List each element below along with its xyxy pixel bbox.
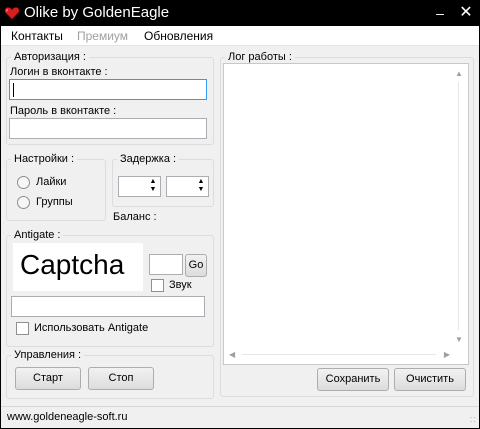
settings-legend: Настройки : (14, 153, 75, 165)
use-antigate-checkbox[interactable] (16, 322, 29, 335)
website-link[interactable]: www.goldeneagle-soft.ru (7, 411, 127, 423)
scroll-down-icon[interactable]: ▼ (455, 335, 463, 344)
spinner-arrows-icon[interactable]: ▲ ▼ (148, 178, 158, 195)
antigate-key-input[interactable] (11, 296, 205, 317)
heart-icon (4, 7, 20, 20)
spinner-arrows-icon[interactable]: ▲ ▼ (196, 178, 206, 195)
resize-grip-icon[interactable]: ·· ·· (467, 414, 477, 426)
login-input[interactable] (9, 79, 207, 100)
save-button[interactable]: Сохранить (317, 368, 389, 391)
go-button[interactable]: Go (185, 254, 207, 277)
window-client-area: Контакты Премиум Обновления Авторизация … (0, 26, 480, 429)
menu-contacts[interactable]: Контакты (11, 29, 63, 43)
captcha-image: Captcha (13, 243, 143, 291)
log-vertical-scrollbar[interactable]: ▲ ▼ (452, 66, 466, 346)
delay-spinner-1[interactable]: ▲ ▼ (118, 176, 161, 197)
delay-spinner-2[interactable]: ▲ ▼ (166, 176, 209, 197)
scroll-left-icon[interactable]: ◀ (229, 350, 235, 359)
captcha-code-input[interactable] (149, 254, 183, 275)
scroll-track[interactable] (458, 82, 459, 330)
close-icon[interactable]: ✕ (456, 4, 476, 22)
auth-legend: Авторизация : (14, 51, 86, 63)
sound-checkbox[interactable] (151, 279, 164, 292)
antigate-legend: Antigate : (14, 229, 61, 241)
likes-label[interactable]: Лайки (36, 176, 66, 188)
sound-label[interactable]: Звук (169, 279, 192, 291)
login-label: Логин в вконтакте : (10, 66, 108, 78)
groups-radio[interactable] (17, 196, 30, 209)
captcha-text: Captcha (20, 249, 125, 280)
text-caret (13, 83, 14, 97)
scroll-track[interactable] (242, 354, 436, 355)
status-bar: www.goldeneagle-soft.ru ·· ·· (1, 406, 479, 428)
use-antigate-label[interactable]: Использовать Antigate (34, 322, 148, 334)
scroll-right-icon[interactable]: ▶ (444, 350, 450, 359)
balance-label: Баланс : (113, 211, 157, 223)
menu-bar: Контакты Премиум Обновления (1, 26, 479, 46)
log-legend: Лог работы : (228, 51, 292, 63)
password-label: Пароль в вконтакте : (10, 105, 117, 117)
delay-legend: Задержка : (120, 153, 177, 165)
password-input[interactable] (9, 118, 207, 139)
stop-button[interactable]: Стоп (88, 367, 154, 390)
minimize-icon[interactable]: ‒ (430, 4, 450, 22)
menu-updates[interactable]: Обновления (144, 29, 213, 43)
start-button[interactable]: Старт (15, 367, 81, 390)
title-bar[interactable]: Olike by GoldenEagle ‒ ✕ (0, 0, 480, 26)
log-textarea[interactable]: ▲ ▼ ◀ ▶ (223, 63, 469, 365)
clear-button[interactable]: Очистить (394, 368, 466, 391)
scroll-up-icon[interactable]: ▲ (455, 69, 463, 78)
likes-radio[interactable] (17, 176, 30, 189)
groups-label[interactable]: Группы (36, 196, 73, 208)
window-title: Olike by GoldenEagle (24, 4, 170, 21)
menu-premium[interactable]: Премиум (77, 29, 128, 43)
log-horizontal-scrollbar[interactable]: ◀ ▶ (226, 348, 452, 362)
control-legend: Управления : (14, 349, 82, 361)
